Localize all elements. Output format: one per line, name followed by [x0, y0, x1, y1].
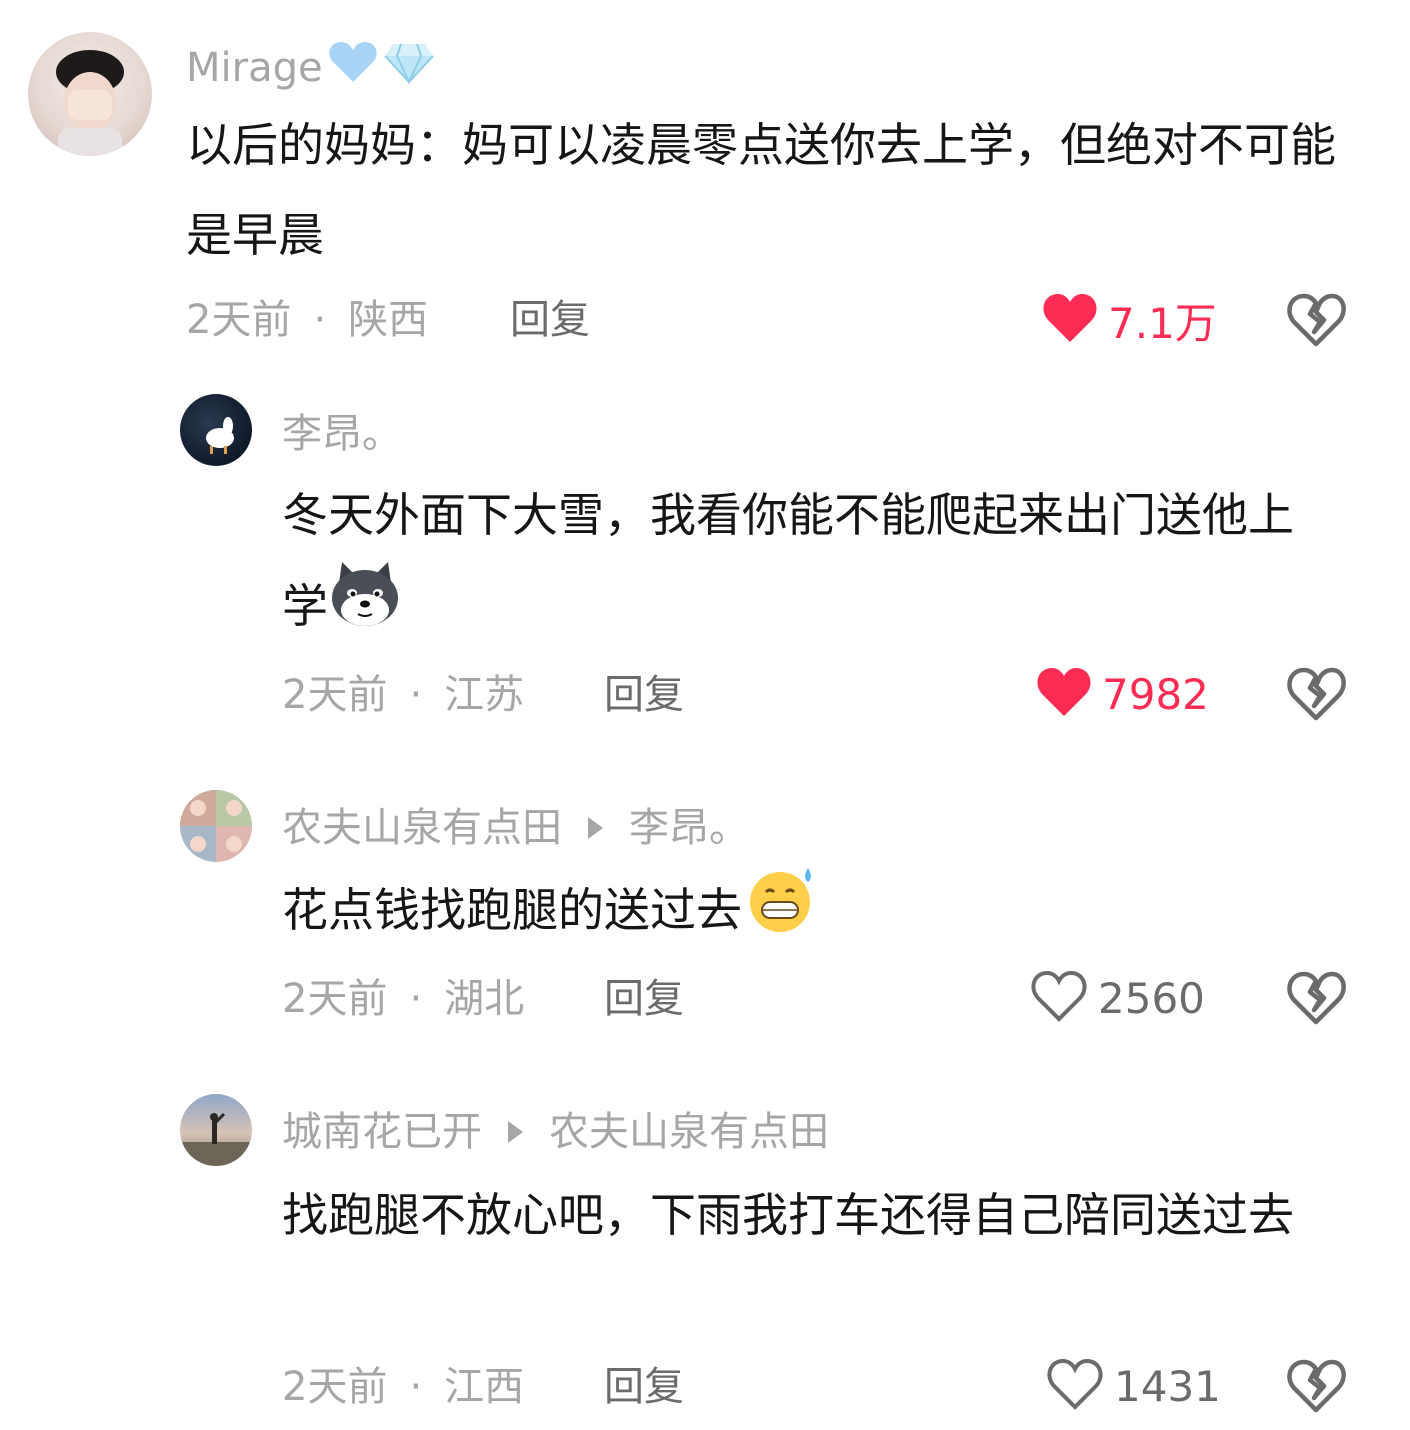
username[interactable]: Mirage	[186, 40, 435, 95]
like-button[interactable]: 7.1万	[1042, 290, 1217, 350]
username[interactable]: 农夫山泉有点田 李昂。	[282, 804, 749, 852]
avatar[interactable]	[180, 394, 252, 466]
timestamp: 2天前	[186, 297, 292, 343]
broken-heart-icon	[1287, 293, 1346, 347]
separator-dot: ·	[313, 297, 327, 343]
reply-arrow-icon	[588, 817, 603, 839]
comment-text: 冬天外面下大雪，我看你能不能爬起来出门送他上学	[282, 470, 1322, 659]
like-button[interactable]: 2560	[1030, 968, 1205, 1028]
comment-text: 花点钱找跑腿的送过去	[282, 864, 1322, 963]
dislike-button[interactable]	[1286, 1356, 1346, 1416]
comment-meta: 2天前 · 陕西	[186, 295, 428, 345]
comment-item: Mirage 以后的妈妈：妈可以凌晨零点送你去上学，但绝对不可能是早晨 2天前 ·…	[0, 0, 1410, 370]
separator-dot: ·	[409, 672, 423, 718]
reply-arrow-icon	[508, 1121, 523, 1143]
location: 湖北	[444, 976, 525, 1022]
timestamp: 2天前	[282, 672, 388, 718]
location: 江西	[444, 1364, 525, 1410]
comment-text: 以后的妈妈：妈可以凌晨零点送你去上学，但绝对不可能是早晨	[186, 118, 1336, 262]
reply-to-username[interactable]: 农夫山泉有点田	[549, 1108, 829, 1156]
diamond-icon	[383, 40, 435, 95]
broken-heart-icon	[1287, 971, 1346, 1025]
comment-item: 李昂。 冬天外面下大雪，我看你能不能爬起来出门送他上学 2天前 · 江苏 回复 79…	[0, 370, 1410, 750]
comment-text: 找跑腿不放心吧，下雨我打车还得自己陪同送过去	[282, 1188, 1294, 1242]
location: 江苏	[444, 672, 525, 718]
heart-filled-icon	[1042, 292, 1098, 348]
heart-filled-icon	[1036, 666, 1092, 722]
comment-meta: 2天前 · 江西	[282, 1362, 524, 1412]
location: 陕西	[348, 297, 429, 343]
avatar[interactable]	[180, 1094, 252, 1166]
avatar[interactable]	[28, 32, 152, 156]
like-count: 7982	[1102, 669, 1209, 719]
comment-item: 城南花已开 农夫山泉有点田 找跑腿不放心吧，下雨我打车还得自己陪同送过去 2天前…	[0, 1070, 1410, 1430]
comment-meta: 2天前 · 江苏	[282, 670, 524, 720]
grinning-sweat-emoji	[742, 864, 820, 963]
reply-button[interactable]: 回复	[604, 974, 684, 1024]
comment-item: 农夫山泉有点田 李昂。 花点钱找跑腿的送过去 2天前 · 湖北 回复 2560	[0, 750, 1410, 1070]
like-count: 7.1万	[1108, 298, 1217, 348]
reply-button[interactable]: 回复	[604, 1362, 684, 1412]
like-count: 2560	[1098, 973, 1205, 1023]
like-button[interactable]: 1431	[1046, 1356, 1221, 1416]
heart-outline-icon	[1030, 969, 1088, 1027]
separator-dot: ·	[409, 1364, 423, 1410]
blue-heart-icon	[327, 40, 379, 95]
reply-button[interactable]: 回复	[510, 295, 590, 345]
husky-dog-emoji	[328, 560, 402, 659]
dislike-button[interactable]	[1286, 290, 1346, 350]
reply-button[interactable]: 回复	[604, 670, 684, 720]
reply-to-username[interactable]: 李昂。	[629, 804, 749, 852]
broken-heart-icon	[1287, 1359, 1346, 1413]
heart-outline-icon	[1046, 1357, 1104, 1415]
timestamp: 2天前	[282, 976, 388, 1022]
dislike-button[interactable]	[1286, 664, 1346, 724]
separator-dot: ·	[409, 976, 423, 1022]
like-count: 1431	[1114, 1361, 1221, 1411]
broken-heart-icon	[1287, 667, 1346, 721]
comment-meta: 2天前 · 湖北	[282, 974, 524, 1024]
username[interactable]: 李昂。	[282, 410, 402, 458]
like-button[interactable]: 7982	[1036, 664, 1209, 724]
username[interactable]: 城南花已开 农夫山泉有点田	[282, 1108, 829, 1156]
dislike-button[interactable]	[1286, 968, 1346, 1028]
avatar[interactable]	[180, 790, 252, 862]
timestamp: 2天前	[282, 1364, 388, 1410]
